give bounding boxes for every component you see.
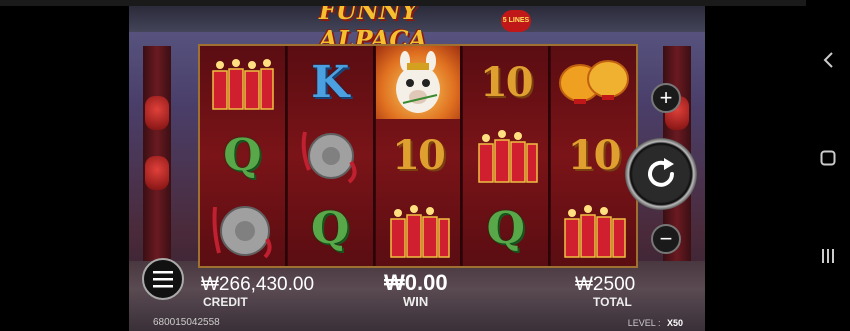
symbol-10: 10 (392, 132, 446, 180)
bet-decrease-button[interactable]: − (651, 224, 681, 254)
reel-2: K Q (286, 46, 373, 266)
menu-icon (153, 271, 173, 288)
alpaca-wild-icon (395, 50, 440, 113)
reel-cell (200, 46, 285, 119)
slot-game: FUNNY ALPACA 5 LINES Q K Q 10 10 Q 10 + … (129, 6, 705, 331)
symbol-10: 10 (567, 132, 622, 180)
reel-cell (200, 193, 285, 266)
home-button[interactable] (818, 148, 838, 168)
back-button[interactable] (818, 50, 838, 70)
lines-badge: 5 LINES (501, 10, 531, 32)
reel-4: 10 Q (462, 46, 549, 266)
reel-cell (551, 46, 636, 119)
symbol-k: K (311, 56, 350, 108)
reel-cell (288, 119, 373, 192)
reel-cell: Q (463, 193, 548, 266)
reel-cell (551, 193, 636, 266)
reel-5: 10 (550, 46, 636, 266)
symbol-q: Q (311, 203, 350, 255)
firecrackers-icon (478, 129, 538, 183)
reel-1: Q (200, 46, 285, 266)
reel-cell: K (288, 46, 373, 119)
win-value: ₩0.00 (384, 270, 448, 295)
level-indicator: LEVEL : X50 (628, 318, 683, 328)
credit-value: ₩266,430.00 (201, 274, 315, 295)
bet-increase-button[interactable]: + (651, 83, 681, 113)
reel-grid: Q K Q 10 10 Q 10 (198, 44, 638, 268)
symbol-q: Q (486, 203, 525, 255)
reel-cell: Q (288, 193, 373, 266)
android-nav-bar (806, 0, 850, 331)
recents-button[interactable] (818, 246, 838, 266)
total-bet-value: ₩2500 (575, 274, 636, 295)
credit-label: CREDIT (203, 295, 248, 309)
reel-cell (375, 46, 461, 120)
gong-icon (301, 131, 357, 184)
win-label: WIN (403, 294, 429, 309)
gong-icon (212, 206, 272, 259)
spin-icon (648, 158, 674, 187)
reel-cell: 10 (376, 119, 461, 192)
home-icon (820, 150, 836, 166)
level-value: X50 (666, 318, 683, 328)
reel-cell (376, 193, 461, 266)
reel-cell: Q (200, 119, 285, 192)
lanterns-icon (558, 59, 629, 104)
recents-icon (822, 249, 834, 263)
reel-cell: 10 (551, 119, 636, 192)
lantern-decoration (145, 96, 169, 130)
level-label: LEVEL : (627, 318, 661, 328)
reel-3: 10 (374, 46, 461, 266)
reel-cell (463, 119, 548, 192)
lantern-decoration (145, 156, 169, 190)
back-icon (823, 52, 833, 68)
total-bet-label: TOTAL (593, 295, 632, 309)
account-id: 680015042558 (153, 317, 220, 328)
firecrackers-icon (563, 205, 626, 259)
firecrackers-icon (212, 58, 275, 110)
spin-button[interactable] (625, 138, 697, 210)
menu-button[interactable] (142, 258, 184, 300)
reel-cell: 10 (463, 46, 548, 119)
symbol-10: 10 (479, 59, 534, 107)
firecrackers-icon (390, 205, 450, 259)
game-logo: FUNNY ALPACA (319, 6, 428, 54)
symbol-q: Q (223, 129, 262, 181)
